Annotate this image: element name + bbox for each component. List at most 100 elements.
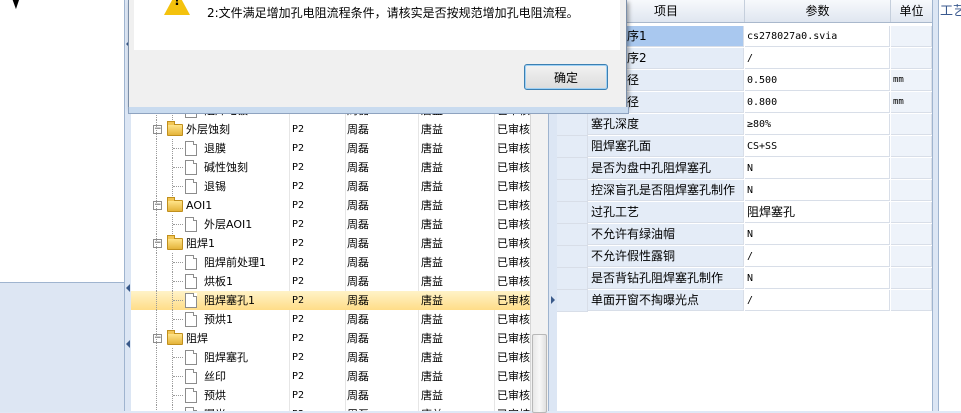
parameter-unit [891, 180, 932, 201]
cell-status: 已审核 [497, 199, 530, 212]
row-gutter[interactable] [557, 114, 588, 136]
cell-author: 周磊 [347, 199, 369, 212]
tree-row[interactable]: 碱性蚀刻 P2 周磊 唐益 已审核 [131, 158, 530, 177]
parameter-value[interactable]: 0.500 [745, 70, 890, 91]
tree-row[interactable]: − 外层蚀刻 P2 周磊 唐益 已审核 [131, 120, 530, 139]
collapse-toggle-icon[interactable]: − [153, 239, 162, 248]
parameter-value[interactable]: CS+SS [745, 136, 890, 157]
tree-row[interactable]: 退锡 P2 周磊 唐益 已审核 [131, 177, 530, 196]
cell-status: 已审核 [497, 351, 530, 364]
cell-status: 已审核 [497, 161, 530, 174]
parameter-name: 不允许假性露铜 [588, 246, 744, 267]
row-gutter[interactable] [557, 268, 588, 290]
tree-row[interactable]: 曝光 P2周磊唐益已审核 [131, 405, 530, 411]
tree-node-label[interactable]: 烘板1 [204, 272, 233, 291]
collapse-toggle-icon[interactable]: − [153, 334, 162, 343]
cell-status: 已审核 [497, 405, 530, 411]
tree-node-label[interactable]: 外层AOI1 [204, 215, 252, 234]
tree-row[interactable]: 预烘1 P2 周磊 唐益 已审核 [131, 310, 530, 329]
tree-node-label[interactable]: 丝印 [204, 367, 226, 386]
tree-row[interactable]: 外层AOI1 P2 周磊 唐益 已审核 [131, 215, 530, 234]
parameter-value[interactable]: cs278027a0.svia [745, 26, 890, 47]
parameter-row[interactable]: 塞孔深度 ≥80% [557, 114, 932, 136]
tree-node-label[interactable]: 碱性蚀刻 [204, 158, 248, 177]
parameter-value[interactable]: / [745, 246, 890, 267]
folder-icon [167, 197, 183, 212]
cell-reviewer: 唐益 [421, 275, 443, 288]
row-gutter[interactable] [557, 158, 588, 180]
tree-row[interactable]: 退膜 P2 周磊 唐益 已审核 [131, 139, 530, 158]
parameter-value[interactable]: N [745, 268, 890, 289]
collapse-left-icon[interactable] [126, 340, 130, 348]
tree-node-label[interactable]: 预烘 [204, 386, 226, 405]
tree-row[interactable]: − 阻焊 P2 周磊 唐益 已审核 [131, 329, 530, 348]
header-value[interactable]: 参数 [745, 0, 891, 22]
tree-row[interactable]: 阻焊塞孔 P2 周磊 唐益 已审核 [131, 348, 530, 367]
tree-node-label[interactable]: 预烘1 [204, 310, 233, 329]
parameter-row[interactable]: 单面开窗不掏曝光点 / [557, 290, 932, 312]
cell-reviewer: 唐益 [421, 123, 443, 136]
parameter-row[interactable]: 过孔工艺 阻焊塞孔 [557, 202, 932, 224]
document-icon [185, 141, 197, 156]
parameter-row[interactable]: 不允许假性露铜 / [557, 246, 932, 268]
parameter-row[interactable]: 是否为盘中孔阻焊塞孔 N [557, 158, 932, 180]
tree-node-label[interactable]: 阻焊1 [186, 234, 215, 253]
tree-row[interactable]: − AOI1 P2 周磊 唐益 已审核 [131, 196, 530, 215]
tree-node-label[interactable]: 退膜 [204, 139, 226, 158]
tree-row[interactable]: 阻焊塞孔1 P2 周磊 唐益 已审核 [131, 291, 530, 310]
row-gutter[interactable] [557, 202, 588, 224]
tree-node-label[interactable]: 曝光 [204, 405, 226, 411]
tree-node-label[interactable]: 阻焊前处理1 [204, 253, 266, 272]
tree-node-label[interactable]: 退锡 [204, 177, 226, 196]
tree-row[interactable]: − 阻焊1 P2 周磊 唐益 已审核 [131, 234, 530, 253]
cell-program: P2 [292, 371, 305, 382]
row-gutter[interactable] [557, 290, 588, 312]
cell-status: 已审核 [497, 275, 530, 288]
collapse-right-icon[interactable] [551, 296, 555, 304]
tree-connector [173, 395, 183, 396]
collapse-toggle-icon[interactable]: − [153, 201, 162, 210]
cell-author: 周磊 [347, 180, 369, 193]
tree-connector [156, 215, 157, 234]
row-gutter[interactable] [557, 180, 588, 202]
parameter-value[interactable]: N [745, 158, 890, 179]
parameter-value[interactable]: N [745, 224, 890, 245]
tree-node-label[interactable]: 阻焊塞孔1 [204, 291, 255, 310]
parameter-unit [891, 136, 932, 157]
collapse-left-icon[interactable] [126, 284, 130, 292]
parameter-value[interactable]: 0.800 [745, 92, 890, 113]
tree-node-label[interactable]: 阻焊 [186, 329, 208, 348]
cell-status: 已审核 [497, 313, 530, 326]
parameter-row[interactable]: 控深盲孔是否阻焊塞孔制作 N [557, 180, 932, 202]
tree-row[interactable]: 丝印 P2 周磊 唐益 已审核 [131, 367, 530, 386]
tree-connector [156, 272, 157, 291]
far-right-tab[interactable]: 工艺 [940, 0, 961, 20]
parameter-row[interactable]: 是否背钻孔阻焊塞孔制作 N [557, 268, 932, 290]
tree-node-label[interactable]: 外层蚀刻 [186, 120, 230, 139]
tree-node-label[interactable]: 阻焊塞孔 [204, 348, 248, 367]
tree-connector [173, 148, 183, 149]
parameter-value[interactable]: 阻焊塞孔 [745, 202, 890, 223]
tree-node-label[interactable]: AOI1 [186, 196, 212, 215]
collapse-toggle-icon[interactable]: − [153, 125, 162, 134]
tree-connector [156, 329, 157, 348]
parameter-value[interactable]: / [745, 48, 890, 69]
parameter-value[interactable]: ≥80% [745, 114, 890, 135]
parameter-row[interactable]: 阻焊塞孔面 CS+SS [557, 136, 932, 158]
tree-row[interactable]: 烘板1 P2 周磊 唐益 已审核 [131, 272, 530, 291]
tree-connector [156, 196, 157, 215]
tree-connector [156, 158, 157, 177]
parameter-value[interactable]: N [745, 180, 890, 201]
tree-scrollbar-thumb[interactable] [532, 334, 547, 413]
parameter-row[interactable]: 不允许有绿油帽 N [557, 224, 932, 246]
tree-row[interactable]: 阻焊前处理1 P2 周磊 唐益 已审核 [131, 253, 530, 272]
cell-program: P2 [292, 405, 346, 411]
header-unit[interactable]: 单位 [891, 0, 932, 22]
row-gutter[interactable] [557, 224, 588, 246]
tree-row[interactable]: 预烘 P2 周磊 唐益 已审核 [131, 386, 530, 405]
row-gutter[interactable] [557, 246, 588, 268]
ok-button[interactable]: 确定 [524, 64, 608, 90]
cell-reviewer: 唐益 [421, 161, 443, 174]
row-gutter[interactable] [557, 136, 588, 158]
parameter-value[interactable]: / [745, 290, 890, 311]
